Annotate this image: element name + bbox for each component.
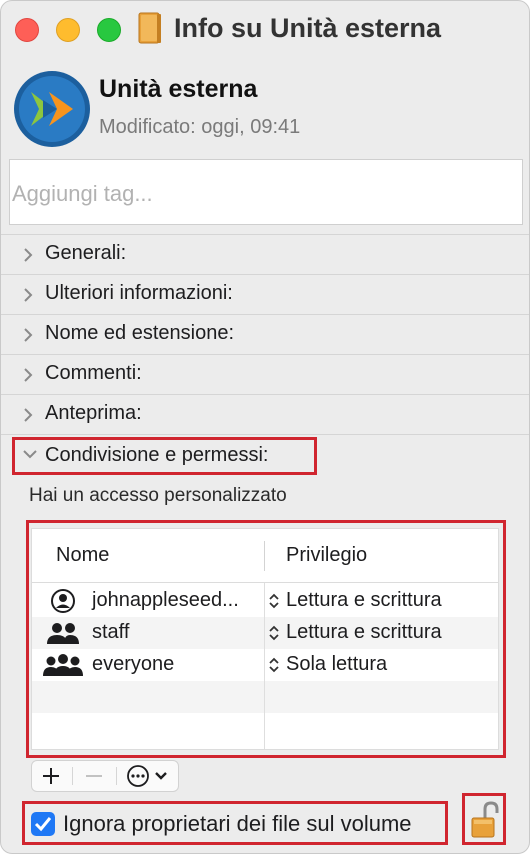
item-name: Unità esterna [99, 75, 258, 103]
section-label: Ulteriori informazioni: [45, 282, 233, 304]
toolbar-divider [116, 767, 117, 785]
chevron-right-icon [24, 408, 33, 422]
drive-logo-icon [14, 71, 90, 147]
tags-input[interactable] [9, 159, 523, 225]
section-generali[interactable]: Generali: [1, 234, 529, 274]
permissions-toolbar [31, 760, 179, 792]
highlight-ignore-owners [22, 801, 448, 845]
highlight-sharing-header [12, 437, 317, 475]
section-anteprima[interactable]: Anteprima: [1, 394, 529, 434]
chevron-right-icon [24, 328, 33, 342]
minus-icon [86, 775, 102, 777]
close-button[interactable] [15, 18, 39, 42]
window-title: Info su Unità esterna [174, 13, 442, 43]
info-window: Info su Unità esterna Unità esterna Modi… [0, 0, 530, 854]
section-label: Anteprima: [45, 402, 142, 424]
section-label: Nome ed estensione: [45, 322, 235, 344]
minimize-button[interactable] [56, 18, 80, 42]
section-label: Commenti: [45, 362, 142, 384]
chevron-right-icon [24, 248, 33, 262]
modified-date: Modificato: oggi, 09:41 [99, 116, 301, 138]
section-commenti[interactable]: Commenti: [1, 354, 529, 394]
action-menu-button[interactable] [120, 761, 178, 791]
chevron-right-icon [24, 288, 33, 302]
add-user-button[interactable] [32, 761, 70, 791]
zoom-button[interactable] [97, 18, 121, 42]
section-nome-ed-estensione[interactable]: Nome ed estensione: [1, 314, 529, 354]
remove-user-button[interactable] [74, 761, 114, 791]
section-label: Generali: [45, 242, 127, 264]
section-ulteriori-informazioni[interactable]: Ulteriori informazioni: [1, 274, 529, 314]
external-drive-icon [138, 12, 161, 44]
plus-icon [43, 768, 59, 784]
access-info: Hai un accesso personalizzato [29, 485, 287, 506]
ellipsis-circle-icon [127, 765, 167, 787]
title-bar: Info su Unità esterna [1, 1, 529, 57]
chevron-right-icon [24, 368, 33, 382]
highlight-permissions-table [26, 520, 506, 758]
highlight-lock [462, 793, 506, 845]
toolbar-divider [72, 767, 73, 785]
